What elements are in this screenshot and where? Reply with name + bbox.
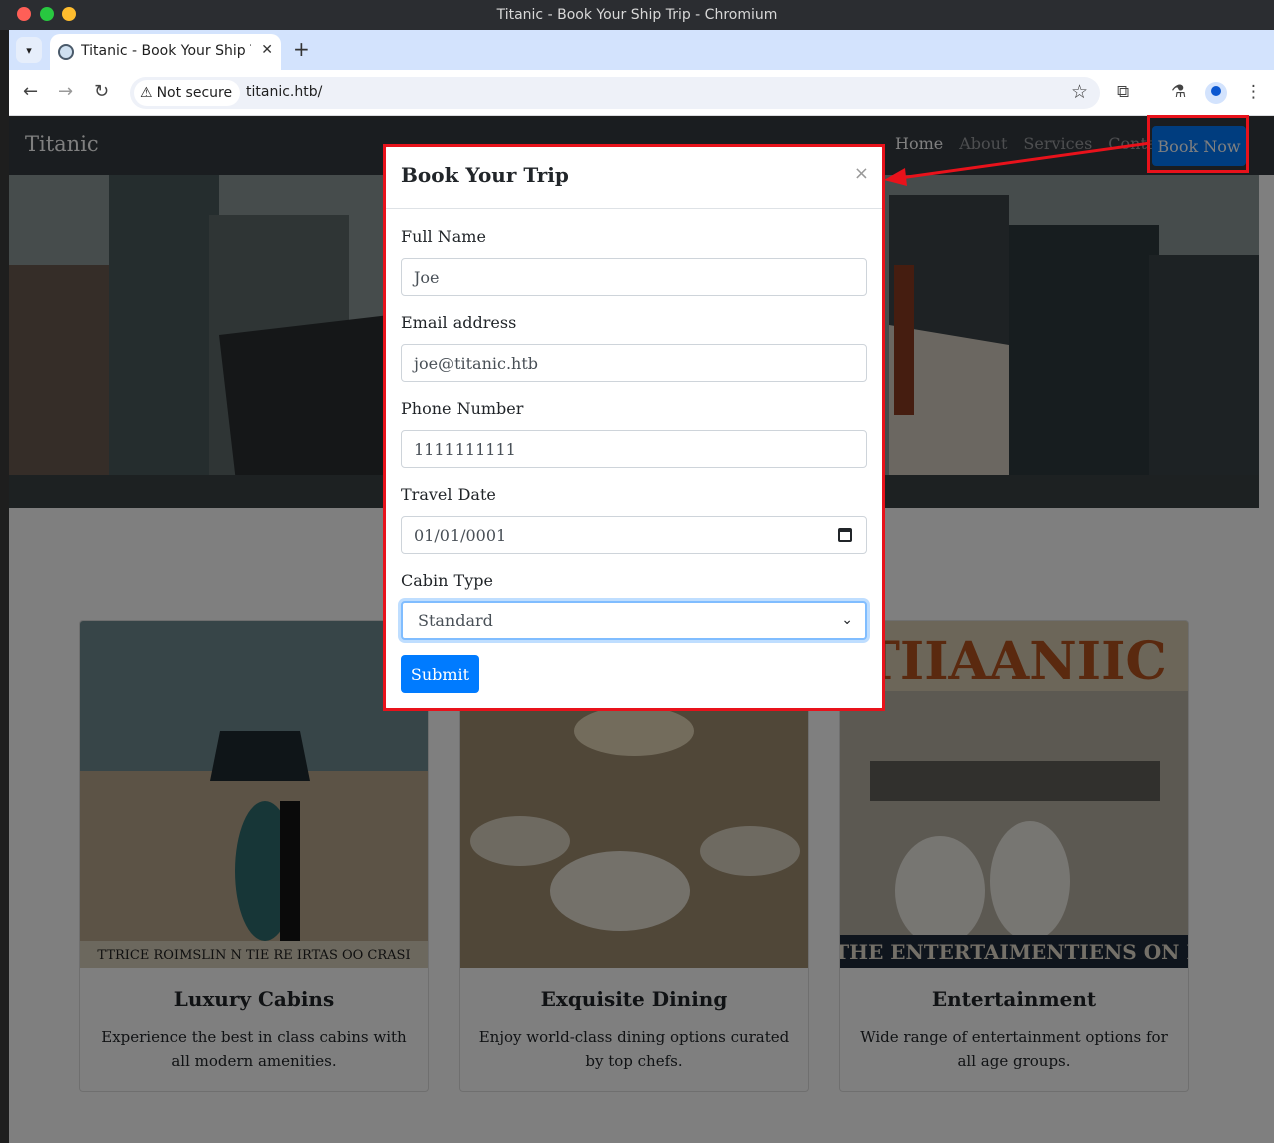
annotation-arrow [884, 141, 1151, 186]
